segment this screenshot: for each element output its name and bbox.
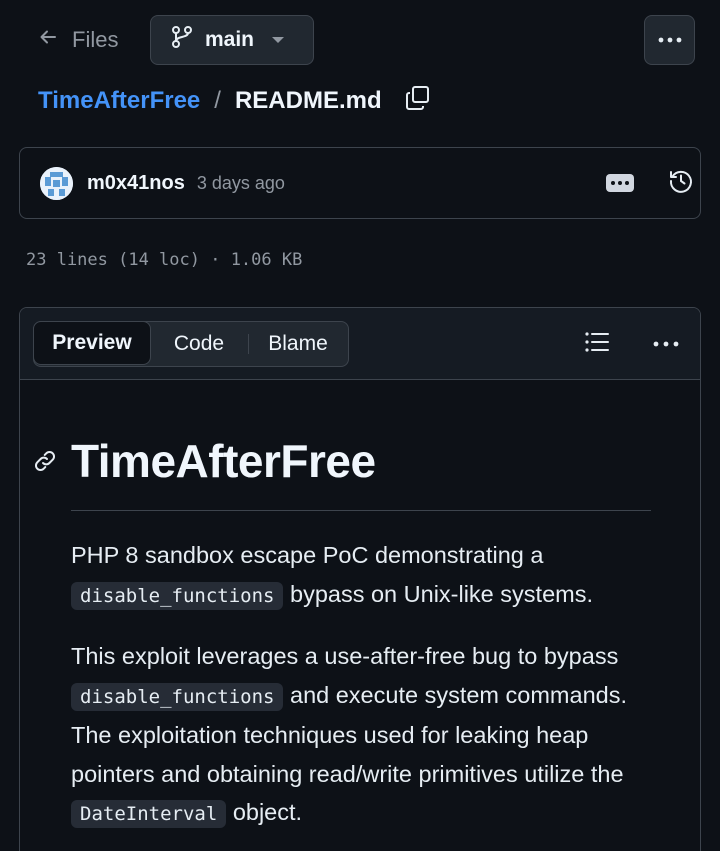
inline-code-dateinterval: DateInterval xyxy=(71,800,227,828)
arrow-left-icon xyxy=(38,27,58,53)
viewer-header: Preview Code Blame xyxy=(20,308,700,380)
latest-commit-box: m0x41nos 3 days ago xyxy=(19,147,701,219)
file-viewer: Preview Code Blame TimeAfterFree PHP 8 s… xyxy=(19,307,701,851)
branch-label: main xyxy=(205,28,255,51)
readme-heading: TimeAfterFree xyxy=(32,434,376,488)
history-button[interactable] xyxy=(666,168,696,198)
readme-paragraph-1: PHP 8 sandbox escape PoC demonstrating a… xyxy=(71,536,671,615)
outline-button[interactable] xyxy=(582,329,612,359)
inline-code-disable-functions-2: disable_functions xyxy=(71,682,284,711)
commit-time: 3 days ago xyxy=(196,172,285,193)
tab-blame[interactable]: Blame xyxy=(248,322,348,366)
file-name: README.md xyxy=(234,87,382,114)
p1-text-a: PHP 8 sandbox escape PoC demonstrating a xyxy=(71,542,544,568)
ellipsis-badge-icon xyxy=(611,181,615,185)
list-unordered-icon xyxy=(584,330,610,359)
commit-message-toggle[interactable] xyxy=(606,174,634,192)
copy-path-button[interactable] xyxy=(404,85,432,118)
copy-icon xyxy=(405,85,431,118)
history-icon xyxy=(668,168,694,199)
avatar-identicon xyxy=(40,166,73,200)
inline-code-disable-functions: disable_functions xyxy=(71,581,284,610)
git-branch-icon xyxy=(171,25,193,55)
p2-text-a: This exploit leverages a use-after-free … xyxy=(71,643,619,669)
breadcrumb-separator: / xyxy=(214,87,221,114)
p2-text-c: object. xyxy=(232,799,303,825)
repo-link[interactable]: TimeAfterFree xyxy=(38,87,200,115)
avatar[interactable] xyxy=(40,166,73,200)
more-options-button[interactable] xyxy=(644,15,695,65)
breadcrumb: TimeAfterFree / README.md xyxy=(38,82,432,120)
back-to-files-link[interactable]: Files xyxy=(38,24,118,56)
heading-divider xyxy=(71,510,651,511)
top-bar: Files main xyxy=(0,0,720,80)
view-mode-switcher: Preview Code Blame xyxy=(33,321,349,367)
kebab-horizontal-icon xyxy=(656,31,684,49)
page-title: TimeAfterFree xyxy=(71,435,376,487)
link-icon[interactable] xyxy=(32,448,58,474)
chevron-down-icon xyxy=(272,37,285,43)
tab-code[interactable]: Code xyxy=(150,322,248,366)
branch-selector-button[interactable]: main xyxy=(150,15,314,65)
p1-text-b: bypass on Unix-like systems. xyxy=(290,580,593,607)
tab-preview[interactable]: Preview xyxy=(33,321,151,365)
readme-paragraph-2: This exploit leverages a use-after-free … xyxy=(71,637,671,834)
commit-author[interactable]: m0x41nos xyxy=(87,172,185,195)
viewer-more-button[interactable] xyxy=(650,329,682,359)
back-label: Files xyxy=(72,27,119,52)
kebab-horizontal-icon xyxy=(652,335,680,353)
file-meta: 23 lines (14 loc) · 1.06 KB xyxy=(26,250,303,270)
